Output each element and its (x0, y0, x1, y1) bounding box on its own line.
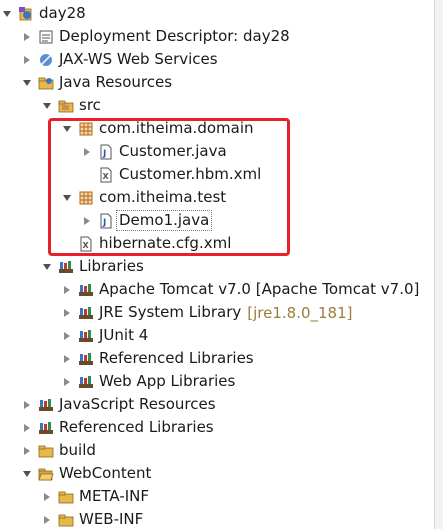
highlight-annotation-box (48, 118, 290, 256)
library-icon (79, 306, 93, 319)
tree-item-build[interactable]: build (22, 439, 96, 462)
library-icon (59, 260, 73, 273)
tree-item-label: JavaScript Resources (59, 395, 216, 413)
source-folder-icon (58, 100, 74, 112)
tree-item-label: build (59, 441, 96, 459)
collapse-arrow-icon[interactable] (62, 307, 72, 319)
collapse-arrow-icon[interactable] (22, 445, 32, 457)
tree-item-label: Apache Tomcat v7.0 [Apache Tomcat v7.0] (99, 280, 420, 298)
tree-item-jre[interactable]: JRE System Library [jre1.8.0_181] (62, 301, 352, 324)
tree-item-webapp-libraries[interactable]: Web App Libraries (62, 370, 235, 393)
project-icon (19, 6, 32, 20)
tree-item-label: WEB-INF (79, 510, 144, 528)
tree-item-label: Libraries (79, 257, 144, 275)
tree-item-label: Deployment Descriptor: day28 (59, 27, 290, 45)
expand-arrow-icon[interactable] (22, 468, 32, 480)
folder-icon (38, 445, 54, 457)
tree-item-label: Referenced Libraries (99, 349, 254, 367)
library-icon (79, 283, 93, 296)
collapse-arrow-icon[interactable] (22, 399, 32, 411)
collapse-arrow-icon[interactable] (42, 514, 52, 526)
tree-item-webcontent[interactable]: WebContent (22, 462, 151, 485)
expand-arrow-icon[interactable] (2, 8, 12, 20)
collapse-arrow-icon[interactable] (42, 491, 52, 503)
tree-item-src[interactable]: src (42, 94, 101, 117)
collapse-arrow-icon[interactable] (62, 330, 72, 342)
tree-item-label: META-INF (79, 487, 150, 505)
tree-item-label: day28 (39, 4, 86, 22)
collapse-arrow-icon[interactable] (62, 284, 72, 296)
expand-arrow-icon[interactable] (22, 77, 32, 89)
tree-item-label: src (79, 96, 101, 114)
collapse-arrow-icon[interactable] (62, 376, 72, 388)
library-icon (39, 421, 53, 434)
tree-item-jaxws[interactable]: JAX-WS Web Services (22, 48, 218, 71)
tree-item-label: Java Resources (59, 73, 173, 91)
tree-item-label: Web App Libraries (99, 372, 236, 390)
tree-item-junit[interactable]: JUnit 4 (62, 324, 148, 347)
tree-item-label: JAX-WS Web Services (59, 50, 218, 68)
tree-item-label: Referenced Libraries (59, 418, 214, 436)
collapse-arrow-icon[interactable] (22, 31, 32, 43)
java-resources-icon (38, 77, 54, 89)
library-icon (79, 375, 93, 388)
tree-item-label: WebContent (59, 464, 152, 482)
tree-item-project[interactable]: day28 (2, 2, 86, 25)
collapse-arrow-icon[interactable] (62, 353, 72, 365)
folder-open-icon (38, 468, 54, 480)
expand-arrow-icon[interactable] (42, 100, 52, 112)
tree-item-web-inf[interactable]: WEB-INF (42, 508, 143, 531)
library-icon (39, 398, 53, 411)
web-services-icon (40, 53, 52, 66)
tree-item-deployment-descriptor[interactable]: Deployment Descriptor: day28 (22, 25, 290, 48)
tree-item-libraries[interactable]: Libraries (42, 255, 144, 278)
library-icon (79, 329, 93, 342)
tree-item-label: JRE System Library (99, 303, 242, 321)
folder-icon (58, 514, 74, 526)
library-icon (79, 352, 93, 365)
jre-version-decoration: [jre1.8.0_181] (247, 303, 353, 322)
expand-arrow-icon[interactable] (42, 261, 52, 273)
vertical-scrollbar[interactable] (434, 0, 443, 529)
deployment-descriptor-icon (39, 30, 53, 43)
folder-icon (58, 491, 74, 503)
tree-item-meta-inf[interactable]: META-INF (42, 485, 149, 508)
tree-item-referenced-libraries-inner[interactable]: Referenced Libraries (62, 347, 254, 370)
collapse-arrow-icon[interactable] (22, 54, 32, 66)
tree-item-referenced-libraries[interactable]: Referenced Libraries (22, 416, 214, 439)
tree-item-label: JUnit 4 (99, 326, 149, 344)
tree-item-java-resources[interactable]: Java Resources (22, 71, 172, 94)
tree-item-tomcat[interactable]: Apache Tomcat v7.0 [Apache Tomcat v7.0] (62, 278, 419, 301)
collapse-arrow-icon[interactable] (22, 422, 32, 434)
tree-item-javascript-resources[interactable]: JavaScript Resources (22, 393, 216, 416)
